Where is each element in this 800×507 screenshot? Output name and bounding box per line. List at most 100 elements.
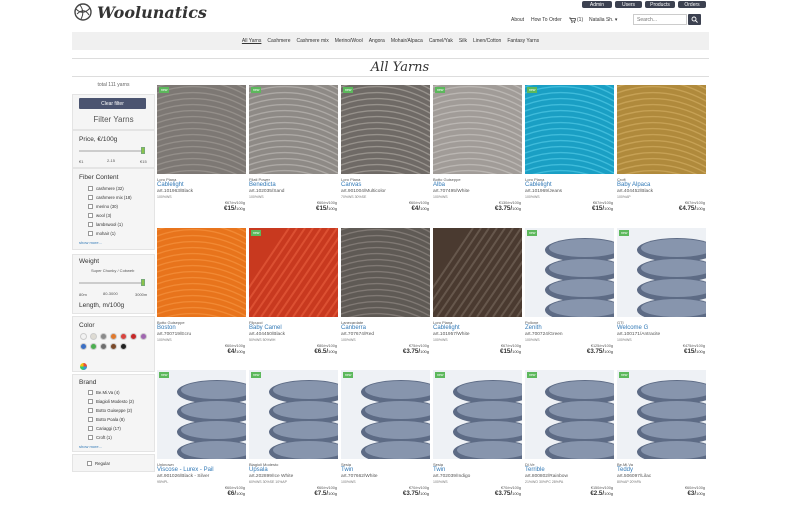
product-card[interactable]: new Filpucci Baby Camel art.404450/Black 50%… — [249, 228, 338, 355]
product-card[interactable]: new Sesia Twin art.702039/Indigo 100%WS €70/m… — [433, 370, 522, 497]
product-name[interactable]: Cablelight — [525, 182, 614, 189]
admin-button[interactable]: Admin — [582, 1, 612, 8]
checkbox[interactable] — [88, 195, 93, 200]
product-name[interactable]: Alba — [433, 182, 522, 189]
brand-show-more-link[interactable]: show more... — [79, 444, 102, 449]
brand-option[interactable]: Botto Poala (8) — [88, 417, 125, 422]
checkbox[interactable] — [88, 408, 93, 413]
product-card[interactable]: Loro Piana Cablelight art.101957/White 100%… — [433, 228, 522, 355]
brand-option[interactable]: Cariaggi (17) — [88, 426, 121, 431]
product-card[interactable]: new Biagioli Modesto Upsala art.202899/Ice … — [249, 370, 338, 497]
color-swatch[interactable] — [110, 343, 117, 350]
product-card[interactable]: new Botto Guiseppe Alba art.707495/White 100… — [433, 85, 522, 212]
product-photo[interactable]: new — [525, 85, 614, 174]
fiber-option-mohair[interactable]: mohair (1) — [88, 231, 116, 236]
product-photo[interactable]: new — [433, 85, 522, 174]
product-name[interactable]: Twin — [433, 467, 522, 474]
category-cashmere-mix[interactable]: Cashmere mix — [297, 38, 329, 44]
product-photo[interactable]: new — [525, 370, 614, 459]
category-silk[interactable]: Silk — [459, 38, 467, 44]
brand-option[interactable]: Biagioli Modesto (2) — [88, 399, 134, 404]
product-photo[interactable]: new — [617, 370, 706, 459]
fiber-option-cashmere[interactable]: cashmere (32) — [88, 186, 124, 191]
product-name[interactable]: Cablelight — [157, 182, 246, 189]
product-photo[interactable] — [617, 85, 706, 174]
checkbox[interactable] — [88, 231, 93, 236]
clear-filter-button[interactable]: Clear filter — [79, 98, 146, 109]
product-name[interactable]: Baby Camel — [249, 325, 338, 332]
product-photo[interactable] — [433, 228, 522, 317]
brand-option[interactable]: Be.Mi.Va (4) — [88, 390, 120, 395]
orders-button[interactable]: Orders — [678, 1, 706, 8]
product-name[interactable]: Baby Alpaca — [617, 182, 706, 189]
product-photo[interactable]: new — [617, 228, 706, 317]
product-card[interactable]: new GTI Welcome Gart.100171/Antracite 100%W… — [617, 228, 706, 355]
color-swatch[interactable] — [140, 333, 147, 340]
product-photo[interactable]: new — [157, 370, 246, 459]
checkbox[interactable] — [88, 399, 93, 404]
category-all-yarns[interactable]: All Yarns — [242, 38, 262, 44]
color-swatch[interactable] — [130, 333, 137, 340]
product-card[interactable]: Botto Guiseppe Boston art.700719/Ecru 100%W… — [157, 228, 246, 355]
color-swatch[interactable] — [80, 333, 87, 340]
product-card[interactable]: new Loro Piana Cablelight art.101969/Jeans 1… — [525, 85, 614, 212]
product-name[interactable]: Benedicta — [249, 182, 338, 189]
product-card[interactable]: new Loro Piana Cablelight art.101963/Black 1… — [157, 85, 246, 212]
weight-slider-track[interactable] — [79, 282, 145, 284]
price-slider-handle[interactable] — [141, 147, 145, 154]
product-name[interactable]: Boston — [157, 325, 246, 332]
color-swatch[interactable] — [80, 343, 87, 350]
category-angora[interactable]: Angora — [369, 38, 385, 44]
product-name[interactable]: Zenith — [525, 325, 614, 332]
product-photo[interactable]: new — [249, 370, 338, 459]
product-photo[interactable] — [341, 228, 430, 317]
fiber-option-lambswool[interactable]: lambswool (1) — [88, 222, 123, 227]
cart-link[interactable]: (1) — [569, 17, 583, 23]
weight-slider-handle[interactable] — [141, 279, 145, 286]
fiber-option-wool[interactable]: wool (3) — [88, 213, 111, 218]
brand-option[interactable]: Botto Guiseppe (2) — [88, 408, 132, 413]
color-swatch[interactable] — [90, 343, 97, 350]
product-photo[interactable] — [157, 228, 246, 317]
product-card[interactable]: new Sesia Twin art.707662/White 100%WS €70/m/… — [341, 370, 430, 497]
color-swatch[interactable] — [110, 333, 117, 340]
product-name[interactable]: Teddy — [617, 467, 706, 474]
fiber-show-more-link[interactable]: show more... — [79, 240, 102, 245]
checkbox[interactable] — [88, 417, 93, 422]
users-button[interactable]: Users — [615, 1, 642, 8]
color-swatch[interactable] — [90, 333, 97, 340]
search-button[interactable] — [688, 14, 701, 25]
product-name[interactable]: Viscose - Lurex - Pail — [157, 467, 246, 474]
product-name[interactable]: Upsala — [249, 467, 338, 474]
checkbox[interactable] — [88, 222, 93, 227]
checkbox[interactable] — [88, 435, 93, 440]
price-slider-track[interactable] — [79, 150, 145, 152]
color-swatch[interactable] — [100, 343, 107, 350]
search-input[interactable] — [633, 14, 687, 25]
fiber-option-cashmere-mix[interactable]: cashmere mix (18) — [88, 195, 132, 200]
category-cashmere[interactable]: Cashmere — [267, 38, 290, 44]
product-name[interactable]: Canberra — [341, 325, 430, 332]
category-merino-wool[interactable]: Merino/Wool — [335, 38, 363, 44]
products-button[interactable]: Products — [645, 1, 675, 8]
product-card[interactable]: new Di.Ve Terrible art.800802/Rainbow 21%WO … — [525, 370, 614, 497]
product-photo[interactable]: new — [341, 85, 430, 174]
product-name[interactable]: Twin — [341, 467, 430, 474]
how-to-order-link[interactable]: How To Order — [531, 17, 562, 23]
product-photo[interactable]: new — [525, 228, 614, 317]
category-camel-yak[interactable]: Camel/Yak — [429, 38, 453, 44]
product-name[interactable]: Terrible — [525, 467, 614, 474]
product-card[interactable]: new Be.Mi.Va Teddy art.506097/Lilac 80%AP 20… — [617, 370, 706, 497]
color-swatch[interactable] — [100, 333, 107, 340]
product-photo[interactable]: new — [433, 370, 522, 459]
checkbox[interactable] — [88, 204, 93, 209]
product-card[interactable]: new Unknown Viscose - Lurex - Pail art.9010… — [157, 370, 246, 497]
product-photo[interactable]: new — [249, 85, 338, 174]
checkbox[interactable] — [88, 186, 93, 191]
product-photo[interactable]: new — [157, 85, 246, 174]
multicolor-swatch[interactable] — [80, 357, 87, 375]
category-fantasy-yarns[interactable]: Fantasy Yarns — [507, 38, 539, 44]
product-name[interactable]: Welcome G — [617, 325, 706, 332]
product-name[interactable]: Cablelight — [433, 325, 522, 332]
product-card[interactable]: Lanecardate Canberra art.707674/Red 100%WS €… — [341, 228, 430, 355]
